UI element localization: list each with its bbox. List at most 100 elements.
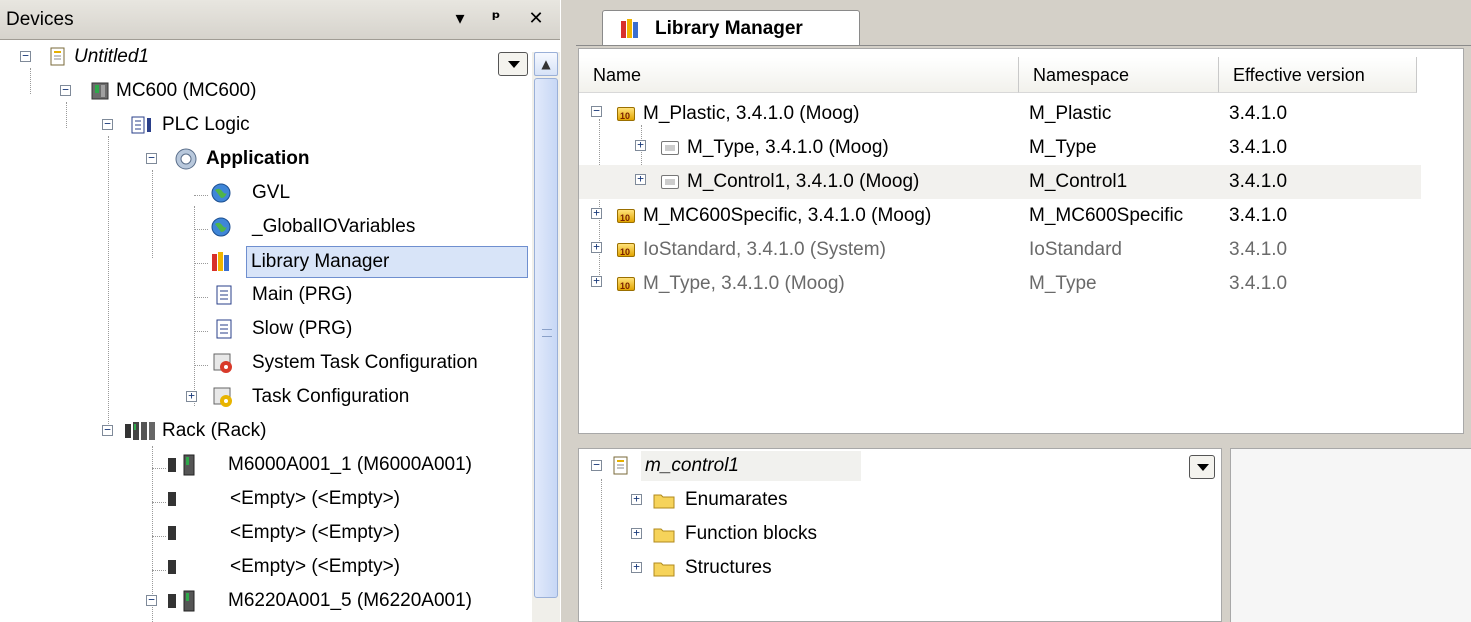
library-namespace: M_Plastic <box>1029 103 1112 124</box>
tree-node-plc-logic[interactable]: − PLC Logic <box>0 110 500 140</box>
grid-header: Name Namespace Effective version <box>579 57 1419 93</box>
expand-icon[interactable]: + <box>631 561 642 573</box>
device-tree: − Untitled1 − MC600 (MC600) − PLC Logic … <box>0 40 530 622</box>
lib-tree-folder[interactable]: + Function blocks <box>579 519 1179 549</box>
library-version: 3.4.1.0 <box>1229 239 1288 260</box>
lib-tree-folder-label: Function blocks <box>685 523 818 544</box>
collapse-icon[interactable]: − <box>591 459 602 471</box>
folder-icon <box>653 562 675 577</box>
library-row[interactable]: + M_Control1, 3.4.1.0 (Moog) M_Control1 … <box>579 165 1421 199</box>
column-header-effective-version[interactable]: Effective version <box>1219 57 1417 93</box>
tree-node-application[interactable]: − Application <box>0 144 500 174</box>
tree-node-module[interactable]: − M6220A001_5 (M6220A001) <box>0 586 500 616</box>
lib-tree-folder-label: Enumarates <box>685 489 788 510</box>
tree-node-label: MC600 (MC600) <box>116 80 257 101</box>
scroll-up-icon[interactable]: ▲ <box>534 52 558 76</box>
empty-slot-icon <box>168 492 176 506</box>
lib-tree-dropdown-button[interactable] <box>1189 455 1215 479</box>
lib-tree-root-label: m_control1 <box>641 451 861 481</box>
globe-icon <box>211 183 231 203</box>
tree-node-empty-slot[interactable]: <Empty> (<Empty>) <box>0 518 500 548</box>
empty-slot-icon <box>168 560 176 574</box>
library-row[interactable]: + M_MC600Specific, 3.4.1.0 (Moog) M_MC60… <box>579 199 1465 235</box>
lib-tree-root[interactable]: − m_control1 <box>579 451 1179 481</box>
tree-node-rack[interactable]: − Rack (Rack) <box>0 416 500 446</box>
tree-node-library-manager[interactable]: Library Manager <box>0 246 528 278</box>
module-icon <box>168 454 195 476</box>
collapse-icon[interactable]: − <box>102 118 113 130</box>
library-gold-icon <box>617 235 635 269</box>
document-icon <box>216 285 232 305</box>
library-row[interactable]: + M_Type, 3.4.1.0 (Moog) M_Type 3.4.1.0 <box>579 131 1465 165</box>
library-namespace: M_Type <box>1029 137 1097 158</box>
tree-node-gvl[interactable]: GVL <box>0 178 500 208</box>
expand-icon[interactable]: + <box>591 275 602 287</box>
pane-menu-dropdown-icon[interactable]: ▾ <box>448 6 472 32</box>
globe-icon <box>211 217 231 237</box>
tree-node-slow-prg[interactable]: Slow (PRG) <box>0 314 500 344</box>
empty-slot-icon <box>168 526 176 540</box>
tab-library-manager[interactable]: Library Manager <box>602 10 860 46</box>
tree-node-label: Rack (Rack) <box>162 420 267 441</box>
expand-icon[interactable]: + <box>591 207 602 219</box>
tree-node-empty-slot[interactable]: <Empty> (<Empty>) <box>0 484 500 514</box>
library-row[interactable]: + IoStandard, 3.4.1.0 (System) IoStandar… <box>579 233 1465 269</box>
module-icon <box>168 590 195 612</box>
tree-node-global-io-variables[interactable]: _GlobalIOVariables <box>0 212 500 242</box>
collapse-icon[interactable]: − <box>102 424 113 436</box>
collapse-icon[interactable]: − <box>146 594 157 606</box>
expand-icon[interactable]: + <box>635 139 646 151</box>
library-gray-icon <box>661 141 679 155</box>
library-detail-pane <box>1230 448 1471 622</box>
library-grid: Name Namespace Effective version − M_Pla… <box>578 48 1464 434</box>
collapse-icon[interactable]: − <box>146 152 157 164</box>
pin-icon[interactable]: ᵖ <box>484 6 508 32</box>
tree-node-module[interactable]: M6000A001_1 (M6000A001) <box>0 450 500 480</box>
expand-icon[interactable]: + <box>635 173 646 185</box>
devices-scrollbar[interactable]: ▲ <box>532 52 560 622</box>
library-gold-icon <box>617 201 635 235</box>
devices-pane: Devices ▾ ᵖ ✕ − Untitled1 − MC600 (MC600… <box>0 0 560 622</box>
tree-node-label: Library Manager <box>246 246 528 278</box>
task-config-icon <box>213 353 232 373</box>
library-row[interactable]: − M_Plastic, 3.4.1.0 (Moog) M_Plastic 3.… <box>579 97 1465 133</box>
devices-title: Devices <box>6 9 74 30</box>
tree-node-label: <Empty> (<Empty>) <box>230 488 401 509</box>
tree-node-label: M6220A001_5 (M6220A001) <box>228 590 473 611</box>
column-header-name[interactable]: Name <box>579 57 1019 93</box>
application-gear-icon <box>175 148 197 170</box>
column-header-namespace[interactable]: Namespace <box>1019 57 1219 93</box>
library-row[interactable]: + M_Type, 3.4.1.0 (Moog) M_Type 3.4.1.0 <box>579 267 1465 303</box>
library-name: M_Type, 3.4.1.0 (Moog) <box>687 137 889 158</box>
library-version: 3.4.1.0 <box>1229 205 1288 226</box>
tree-node-project[interactable]: − Untitled1 <box>0 42 500 72</box>
lib-tree-folder[interactable]: + Structures <box>579 553 1179 583</box>
library-namespace: M_Control1 <box>1029 171 1128 192</box>
collapse-icon[interactable]: − <box>20 50 31 62</box>
tree-node-controller[interactable]: − MC600 (MC600) <box>0 76 500 106</box>
tree-node-task-configuration[interactable]: + Task Configuration <box>0 382 500 412</box>
collapse-icon[interactable]: − <box>591 105 602 117</box>
expand-icon[interactable]: + <box>591 241 602 253</box>
library-version: 3.4.1.0 <box>1229 273 1288 294</box>
scroll-thumb[interactable] <box>534 78 558 598</box>
task-config-icon <box>213 387 232 407</box>
tree-node-label: Main (PRG) <box>252 284 353 305</box>
pane-splitter[interactable] <box>560 0 576 622</box>
tree-node-system-task-configuration[interactable]: System Task Configuration <box>0 348 500 378</box>
device-tree-dropdown-button[interactable] <box>498 52 528 76</box>
library-manager-pane: Library Manager Name Namespace Effective… <box>576 0 1471 622</box>
tree-node-main-prg[interactable]: Main (PRG) <box>0 280 500 310</box>
tab-label: Library Manager <box>655 18 803 39</box>
tree-node-empty-slot[interactable]: <Empty> (<Empty>) <box>0 552 500 582</box>
collapse-icon[interactable]: − <box>60 84 71 96</box>
expand-icon[interactable]: + <box>631 493 642 505</box>
tree-node-label: PLC Logic <box>162 114 250 135</box>
grip-icon <box>542 329 552 337</box>
close-pane-icon[interactable]: ✕ <box>524 6 548 32</box>
controller-icon <box>91 82 109 100</box>
lib-tree-folder[interactable]: + Enumarates <box>579 485 1179 515</box>
tree-node-label: <Empty> (<Empty>) <box>230 522 401 543</box>
expand-icon[interactable]: + <box>186 390 197 402</box>
expand-icon[interactable]: + <box>631 527 642 539</box>
